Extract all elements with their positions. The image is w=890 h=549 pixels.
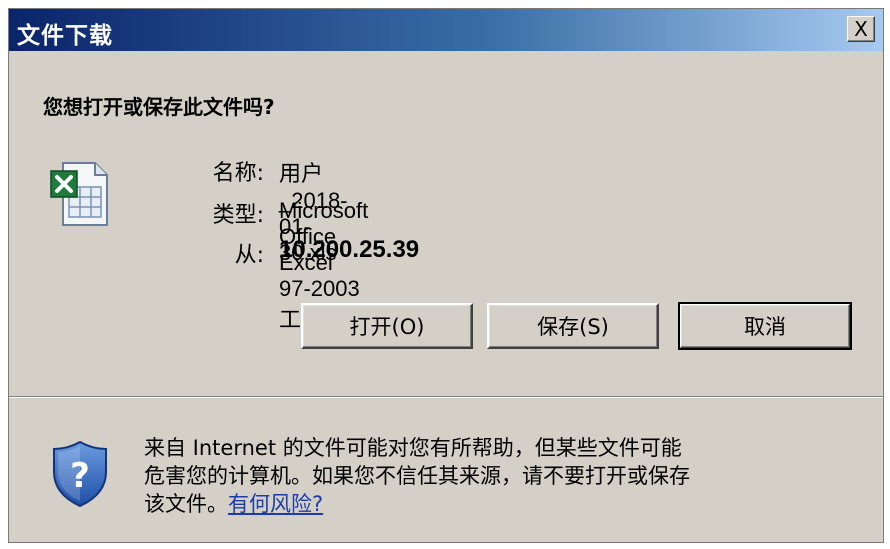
- warning-line-3-text: 该文件。: [144, 492, 228, 516]
- close-icon: X: [854, 17, 868, 41]
- file-from-value: 10.200.25.39: [279, 236, 420, 263]
- file-download-dialog: 文件下载 X 您想打开或保存此文件吗? 名称: 用户_2018-01-30.xl…: [8, 8, 884, 543]
- separator: [9, 396, 883, 398]
- shield-question-icon: ?: [53, 440, 107, 508]
- warning-line-3: 该文件。有何风险?: [144, 490, 864, 518]
- dialog-title: 文件下载: [17, 23, 113, 49]
- question-text: 您想打开或保存此文件吗?: [43, 95, 275, 119]
- close-button[interactable]: X: [847, 16, 875, 42]
- security-warning: 来自 Internet 的文件可能对您有所帮助，但某些文件可能 危害您的计算机。…: [144, 434, 864, 518]
- warning-line-2: 危害您的计算机。如果您不信任其来源，请不要打开或保存: [144, 464, 690, 488]
- excel-file-icon: [50, 162, 108, 226]
- save-button[interactable]: 保存(S): [487, 303, 659, 349]
- svg-text:?: ?: [70, 456, 90, 496]
- file-from-label: 从:: [234, 243, 264, 268]
- open-button[interactable]: 打开(O): [301, 303, 473, 349]
- risk-info-link[interactable]: 有何风险?: [228, 492, 323, 516]
- file-type-label: 类型:: [212, 203, 264, 228]
- title-bar[interactable]: 文件下载 X: [9, 9, 883, 51]
- warning-line-1: 来自 Internet 的文件可能对您有所帮助，但某些文件可能: [144, 436, 682, 460]
- cancel-button[interactable]: 取消: [678, 302, 852, 350]
- file-name-label: 名称:: [212, 161, 264, 186]
